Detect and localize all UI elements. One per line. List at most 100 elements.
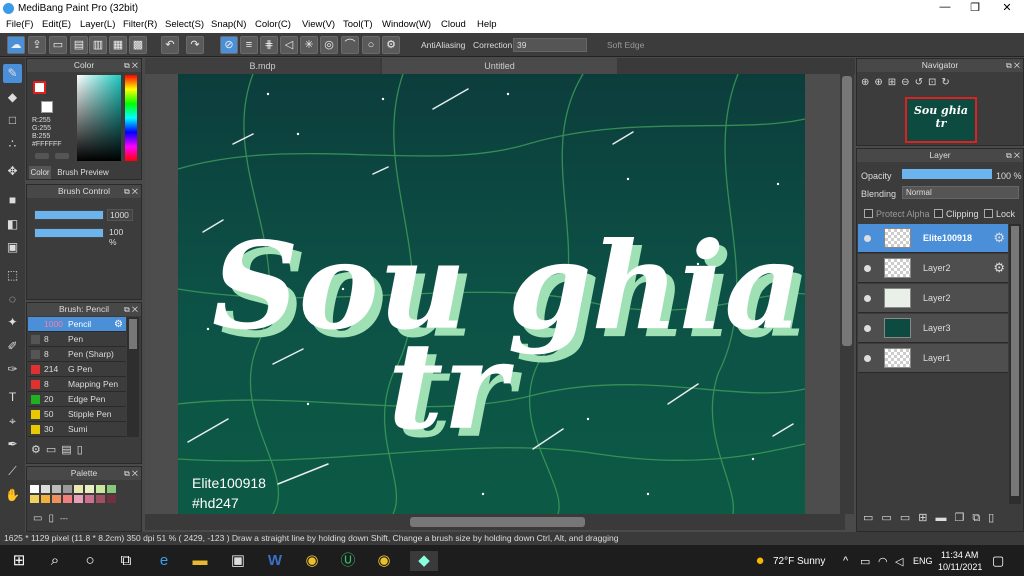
drawing-canvas[interactable]: Sou ghia Sou ghia tr tr Elite100918 #hd2… <box>178 74 805 514</box>
brush-item[interactable]: 8 Pen <box>28 332 126 347</box>
layer-row[interactable]: Elite100918 ⚙ <box>858 224 1008 253</box>
layer-opacity-slider[interactable] <box>902 169 992 179</box>
circle-snap-icon[interactable]: ◎ <box>320 36 338 54</box>
visibility-eye-icon[interactable] <box>864 235 871 242</box>
delete-brush-icon[interactable]: ▯ <box>77 444 88 456</box>
fill-rect-icon[interactable]: ■ <box>3 191 22 210</box>
cloud-icon[interactable]: ☁ <box>7 36 25 54</box>
clock-time[interactable]: 11:34 AM <box>941 550 978 560</box>
vanish-snap-icon[interactable]: ◁ <box>280 36 298 54</box>
zoom-in-icon[interactable]: ⊕ <box>874 77 887 88</box>
palette-swatch[interactable] <box>52 485 61 493</box>
blending-select[interactable]: Normal <box>902 186 1019 199</box>
layer-settings-gear-icon[interactable]: ⚙ <box>993 260 1005 276</box>
zoom-icon[interactable]: ⊕ <box>861 77 874 88</box>
canvas-vertical-scrollbar[interactable] <box>840 74 854 514</box>
correction-select[interactable]: 39 <box>513 38 587 52</box>
menu-edit[interactable]: Edit(E) <box>42 19 71 30</box>
brush-item[interactable]: 1000 Pencil ⚙ <box>28 317 126 332</box>
close-button[interactable]: ✕ <box>992 1 1022 16</box>
wifi-icon[interactable]: ◠ <box>878 555 888 568</box>
palette-swatch[interactable] <box>30 495 39 503</box>
zoom-fit-icon[interactable]: ⊞ <box>888 77 901 88</box>
layer-row[interactable]: Layer2 ⚙ <box>858 254 1008 283</box>
new-layer-alt-icon[interactable]: ▭ <box>881 512 899 524</box>
menu-tool[interactable]: Tool(T) <box>343 19 373 30</box>
brush-list-scrollbar[interactable] <box>127 317 139 437</box>
menu-select[interactable]: Select(S) <box>165 19 204 30</box>
language-indicator[interactable]: ENG <box>913 556 933 566</box>
brush-settings-icon[interactable]: ⚙ <box>114 317 123 332</box>
ellipse-snap-icon[interactable]: ○ <box>362 36 380 54</box>
grid-icon[interactable]: ▦ <box>109 36 127 54</box>
tray-chevron-icon[interactable]: ^ <box>843 555 848 567</box>
palette-swatch[interactable] <box>41 495 50 503</box>
brush-opacity-slider[interactable] <box>34 228 104 238</box>
task-view-icon[interactable]: ⧉ <box>116 551 136 571</box>
panel-close-icon[interactable]: ⧉ ✕ <box>124 59 138 72</box>
add-brush-icon[interactable]: ⚙ <box>31 444 46 456</box>
knife-tool-icon[interactable]: ⟋ <box>3 462 22 481</box>
new-halftone-icon[interactable]: ▭ <box>900 512 918 524</box>
panel-icon[interactable]: ▤ <box>70 36 88 54</box>
tab-untitled[interactable]: Untitled <box>382 58 617 74</box>
panel-close-icon[interactable]: ⧉ ✕ <box>1006 59 1020 72</box>
panel-close-icon[interactable]: ⧉ ✕ <box>1006 149 1020 162</box>
comment-icon[interactable]: ▭ <box>49 36 67 54</box>
menu-window[interactable]: Window(W) <box>382 19 431 30</box>
navigator-preview[interactable]: Sou ghia tr <box>905 97 977 143</box>
tiles-icon[interactable]: ▩ <box>129 36 147 54</box>
palette-swatch[interactable] <box>85 485 94 493</box>
store-icon[interactable]: ▣ <box>228 551 248 571</box>
palette-swatch[interactable] <box>85 495 94 503</box>
palette-swatch[interactable] <box>30 485 39 493</box>
visibility-eye-icon[interactable] <box>864 295 871 302</box>
rotate-right-icon[interactable]: ↻ <box>941 77 954 88</box>
brush-tool-icon[interactable]: ✎ <box>3 64 22 83</box>
palette-swatch[interactable] <box>96 495 105 503</box>
maximize-button[interactable]: ❐ <box>960 1 990 16</box>
panel-close-icon[interactable]: ⧉ ✕ <box>124 303 138 316</box>
file-explorer-icon[interactable]: ▬ <box>190 551 210 571</box>
rotate-left-icon[interactable]: ↺ <box>915 77 928 88</box>
word-icon[interactable]: W <box>265 551 285 571</box>
parallel-snap-icon[interactable]: ≡ <box>240 36 258 54</box>
new-layer-icon[interactable]: ▭ <box>863 512 881 524</box>
curve-snap-icon[interactable]: ⌒ <box>341 36 359 54</box>
delete-layer-icon[interactable]: ▯ <box>988 512 1002 524</box>
protect-alpha-checkbox[interactable] <box>864 209 873 218</box>
rect-tool-icon[interactable]: □ <box>3 111 22 130</box>
share-icon[interactable]: ⇪ <box>28 36 46 54</box>
brush-item[interactable]: 50 Stipple Pen <box>28 407 126 422</box>
layer-list-scrollbar[interactable] <box>1009 224 1021 504</box>
palette-swatch[interactable] <box>41 485 50 493</box>
clipping-checkbox[interactable] <box>934 209 943 218</box>
merge-layer-icon[interactable]: ⧉ <box>972 512 988 524</box>
menu-help[interactable]: Help <box>477 19 497 30</box>
brush-item[interactable]: 8 Mapping Pen <box>28 377 126 392</box>
cross-snap-icon[interactable]: ⋕ <box>260 36 278 54</box>
eyedropper-tool-icon[interactable]: ✒ <box>3 435 22 454</box>
palette-swatch[interactable] <box>74 485 83 493</box>
swap-colors-button[interactable] <box>35 153 49 159</box>
radial-snap-icon[interactable]: ✳ <box>300 36 318 54</box>
lock-checkbox[interactable] <box>984 209 993 218</box>
layer-settings-gear-icon[interactable]: ⚙ <box>993 230 1005 246</box>
hue-slider[interactable] <box>125 75 137 161</box>
select-eraser-icon[interactable]: ✑ <box>3 360 22 379</box>
search-icon[interactable]: ⌕ <box>45 551 65 571</box>
foreground-swatch[interactable] <box>33 81 46 94</box>
snap-settings-icon[interactable]: ⚙ <box>382 36 400 54</box>
select-pen-icon[interactable]: ✐ <box>3 337 22 356</box>
tab-b-mdp[interactable]: B.mdp <box>145 58 380 74</box>
medibang-taskbar-icon[interactable]: ◆ <box>410 551 438 571</box>
menu-filter[interactable]: Filter(R) <box>123 19 157 30</box>
brush-size-slider[interactable] <box>34 210 104 220</box>
layer-row[interactable]: Layer3 <box>858 314 1008 343</box>
cortana-icon[interactable]: ○ <box>80 551 100 571</box>
brush-menu-icon[interactable]: ▤ <box>61 444 76 456</box>
layer-row[interactable]: Layer1 <box>858 344 1008 373</box>
add-layer-menu-icon[interactable]: ⊞ <box>918 512 935 524</box>
brush-item[interactable]: 8 Pen (Sharp) <box>28 347 126 362</box>
menu-color[interactable]: Color(C) <box>255 19 291 30</box>
